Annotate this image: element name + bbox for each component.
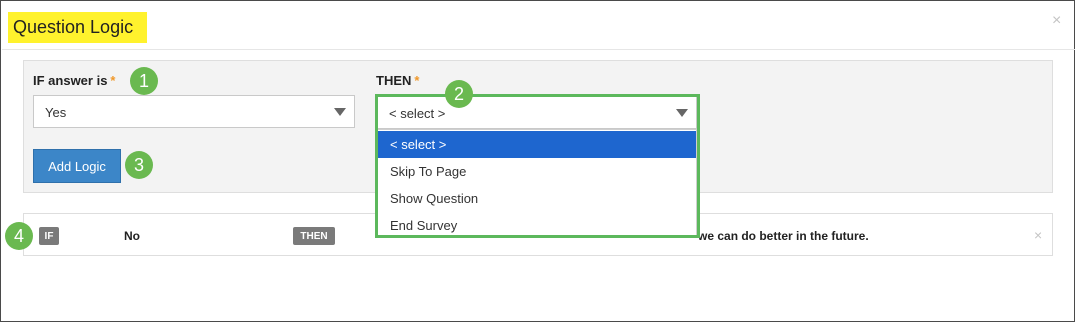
required-icon: * <box>110 73 116 88</box>
if-answer-label: IF answer is * <box>33 73 115 88</box>
question-logic-dialog: Question Logic × IF answer is * Yes THEN *… <box>0 0 1075 322</box>
chevron-down-icon <box>334 108 346 116</box>
close-icon[interactable]: × <box>1052 13 1061 29</box>
dialog-title: Question Logic <box>13 17 134 37</box>
required-icon: * <box>414 73 420 88</box>
if-answer-select[interactable]: Yes <box>33 95 355 128</box>
if-answer-label-text: IF answer is <box>33 73 108 88</box>
rule-if-value: No <box>124 229 140 243</box>
callout-3: 3 <box>125 151 153 179</box>
rule-then-value: we can do better in the future. <box>698 229 869 243</box>
then-label: THEN * <box>376 73 419 88</box>
then-tag: THEN <box>293 227 335 245</box>
if-answer-select-value: Yes <box>45 105 67 120</box>
callout-2: 2 <box>445 80 473 108</box>
add-logic-button[interactable]: Add Logic <box>33 149 121 183</box>
if-tag: IF <box>39 227 59 245</box>
callout-4: 4 <box>5 222 33 250</box>
remove-rule-icon[interactable]: × <box>1034 228 1042 242</box>
then-label-text: THEN <box>376 73 412 88</box>
callout-1: 1 <box>130 67 158 95</box>
header-divider <box>2 49 1075 50</box>
then-highlight-box <box>375 94 700 238</box>
